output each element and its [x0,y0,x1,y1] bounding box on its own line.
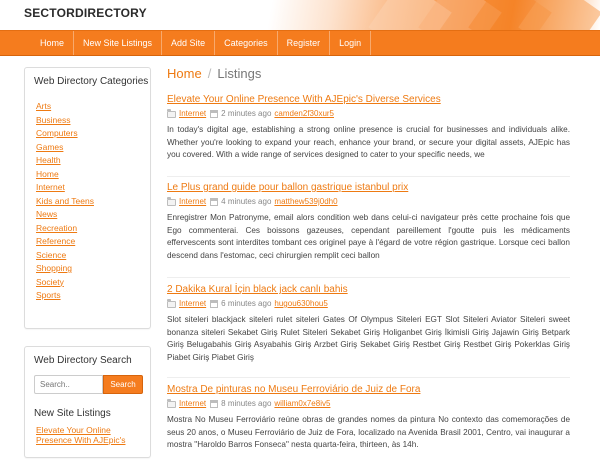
nav-categories[interactable]: Categories [214,31,277,55]
listing-title[interactable]: Mostra De pinturas no Museu Ferroviário … [167,384,570,396]
listing-user-link[interactable]: matthew539j0dh0 [274,197,337,207]
category-list: Arts Business Computers Games Health Hom… [25,96,150,300]
folder-icon [167,399,176,408]
search-panel: Web Directory Search Search New Site Lis… [24,346,151,458]
listing-item: Mostra De pinturas no Museu Ferroviário … [167,384,570,460]
search-input[interactable] [34,375,103,394]
nav-new-site-listings[interactable]: New Site Listings [73,31,161,55]
search-button[interactable]: Search [103,375,143,394]
search-panel-title: Web Directory Search [34,355,132,366]
calendar-icon [210,400,219,408]
nav-list: Home New Site Listings Add Site Categori… [0,31,600,55]
header-banner: SECTORDIRECTORY [0,0,600,30]
main-navbar: Home New Site Listings Add Site Categori… [0,30,600,56]
categories-panel: Web Directory Categories Arts Business C… [24,67,151,329]
categories-title: Web Directory Categories [34,76,149,87]
nav-login[interactable]: Login [329,31,372,55]
breadcrumb: Home / Listings [167,66,261,82]
nav-register[interactable]: Register [276,31,330,55]
listing-divider [167,176,570,177]
folder-icon [167,197,176,206]
listing-divider [167,277,570,278]
listing-time: 8 minutes ago [221,399,272,408]
calendar-icon [210,198,219,206]
folder-icon [167,109,176,118]
listing-meta: Internet 8 minutes ago william0x7e8iv5 [167,399,570,409]
listing-description: Mostra No Museu Ferroviário reúne obras … [167,415,570,449]
listing-title[interactable]: Le Plus grand guide pour ballon gastriqu… [167,182,570,194]
listing-time: 2 minutes ago [221,109,272,118]
listing-meta: Internet 2 minutes ago camden2f30xur5 [167,109,570,119]
listing-description: Slot siteleri blackjack siteleri rulet s… [167,315,570,362]
category-link-sports[interactable]: Sports [36,290,61,300]
listing-divider [167,377,570,378]
breadcrumb-separator: / [207,66,212,81]
listing-meta: Internet 6 minutes ago hugou630hou5 [167,299,570,309]
calendar-icon [210,110,219,118]
listing-category-link[interactable]: Internet [179,109,206,119]
nav-home[interactable]: Home [31,31,73,55]
calendar-icon [210,300,219,308]
listing-category-link[interactable]: Internet [179,299,206,309]
listing-category-link[interactable]: Internet [179,399,206,409]
listing-time: 4 minutes ago [221,197,272,206]
listing-category-link[interactable]: Internet [179,197,206,207]
new-listings-title: New Site Listings [34,408,111,419]
listing-description: In today's digital age, establishing a s… [167,125,570,159]
listing-user-link[interactable]: camden2f30xur5 [274,109,334,119]
listing-meta: Internet 4 minutes ago matthew539j0dh0 [167,197,570,207]
listing-description: Enregistrer Mon Patronyme, email alors c… [167,213,570,260]
breadcrumb-home[interactable]: Home [167,66,202,81]
search-form: Search [34,375,150,394]
listing-user-link[interactable]: hugou630hou5 [274,299,327,309]
listing-item: 2 Dakika Kural İçin black jack canlı bah… [167,284,570,372]
folder-icon [167,299,176,308]
listing-user-link[interactable]: william0x7e8iv5 [274,399,330,409]
site-logo[interactable]: SECTORDIRECTORY [24,6,147,20]
nav-add-site[interactable]: Add Site [161,31,214,55]
new-listing-link[interactable]: Elevate Your Online Presence With AJEpic… [36,425,136,445]
listing-item: Le Plus grand guide pour ballon gastriqu… [167,182,570,270]
listing-time: 6 minutes ago [221,299,272,308]
listing-title[interactable]: 2 Dakika Kural İçin black jack canlı bah… [167,284,570,296]
listing-item: Elevate Your Online Presence With AJEpic… [167,94,570,170]
listing-title[interactable]: Elevate Your Online Presence With AJEpic… [167,94,570,106]
breadcrumb-current: Listings [217,66,262,81]
